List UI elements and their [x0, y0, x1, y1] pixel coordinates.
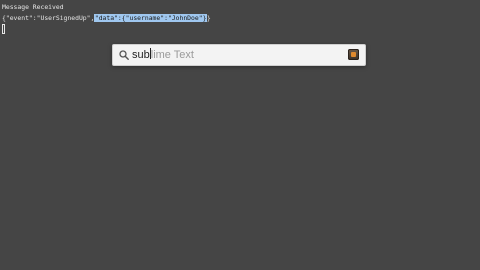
message-heading: Message Received	[2, 3, 64, 11]
sublime-text-app-icon[interactable]	[348, 49, 359, 60]
json-suffix: }	[206, 14, 211, 22]
spotlight-search-bar[interactable]: sublime Text	[112, 44, 366, 66]
json-prefix: {"event":"UserSignedUp",	[2, 14, 95, 22]
search-icon	[119, 50, 129, 60]
selected-json-text[interactable]: "data":{"username":"JohnDoe"}	[94, 14, 207, 22]
terminal-window[interactable]: Message Received {"event":"UserSignedUp"…	[0, 0, 480, 270]
autocomplete-suggestion: lime Text	[150, 49, 194, 61]
typed-query: sub	[132, 49, 150, 61]
json-output-line: {"event":"UserSignedUp","data":{"usernam…	[2, 14, 211, 22]
spotlight-search-input[interactable]: sublime Text	[132, 48, 194, 62]
terminal-cursor	[2, 24, 5, 34]
